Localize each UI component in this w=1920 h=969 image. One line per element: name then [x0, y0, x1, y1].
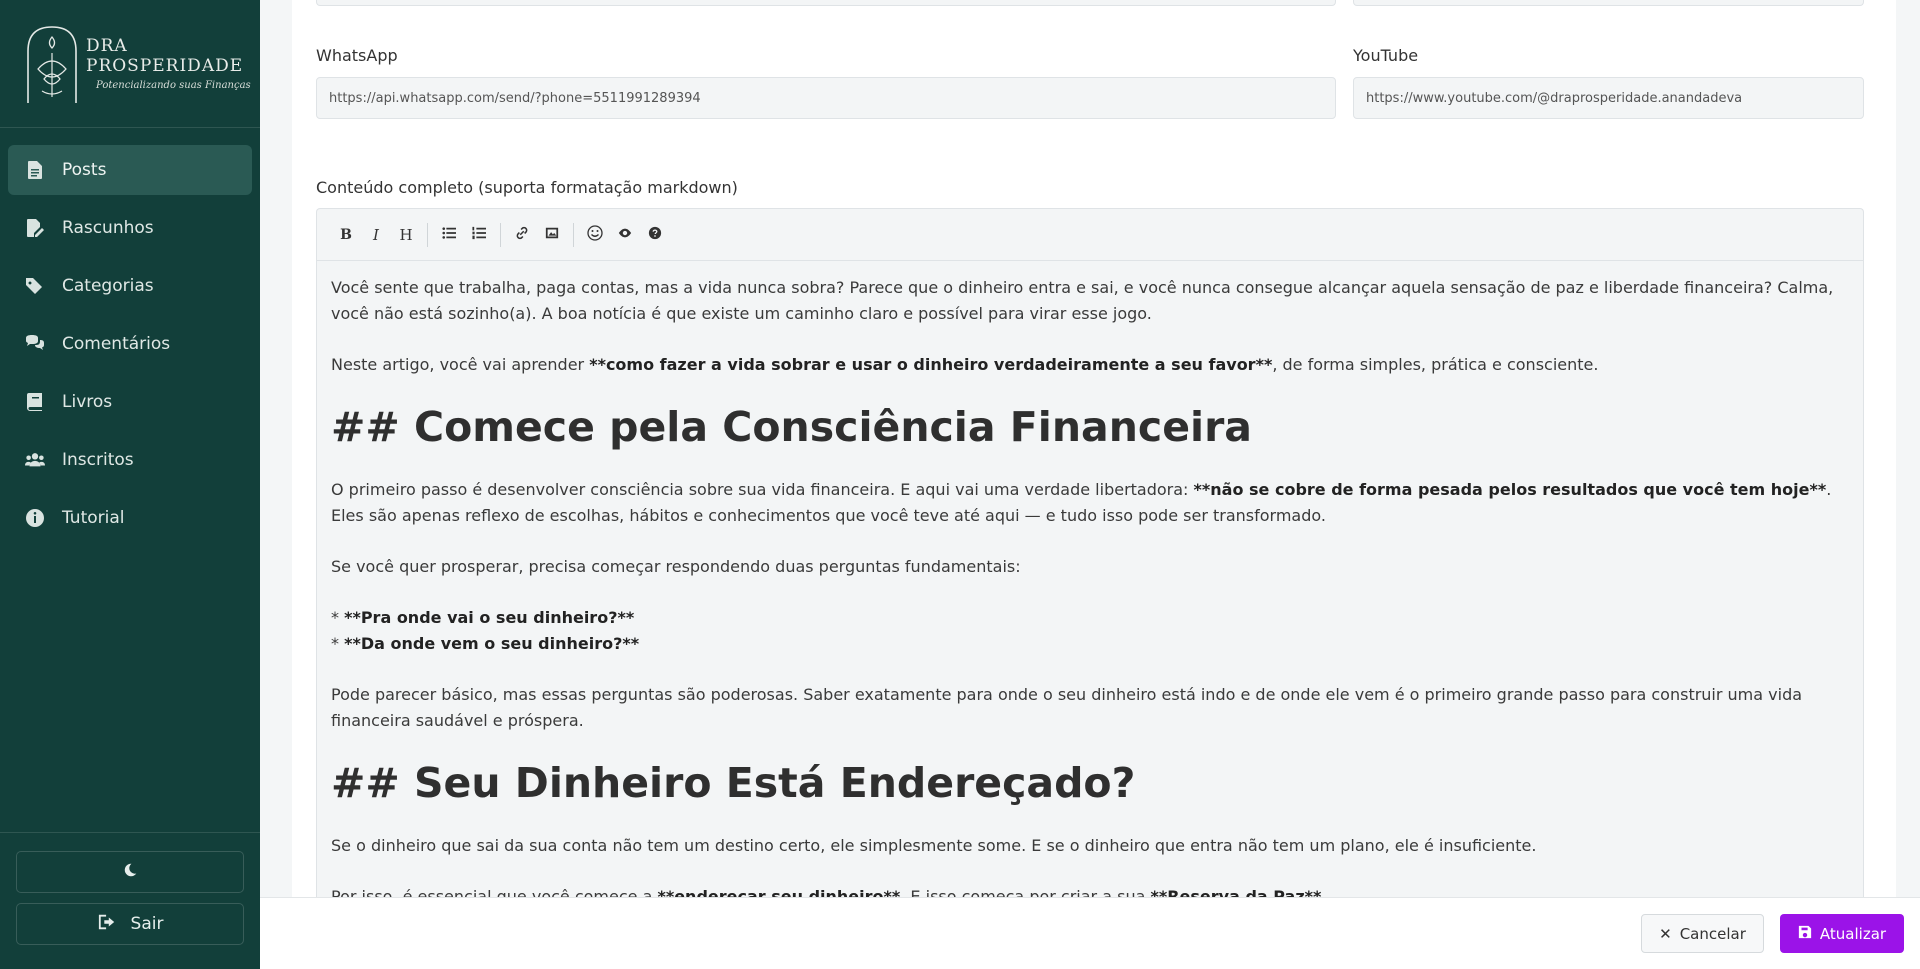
tags-icon — [24, 275, 46, 297]
content-heading: ## Seu Dinheiro Está Endereçado? — [331, 759, 1136, 807]
sidebar-nav: Posts Rascunhos Categorias Comentários L… — [0, 128, 260, 543]
content-paragraph: Pode parecer básico, mas essas perguntas… — [331, 685, 1803, 730]
bold-text: **como fazer a vida sobrar e usar o dinh… — [589, 355, 1273, 374]
heading-icon: H — [399, 225, 413, 244]
save-icon — [1798, 925, 1812, 943]
sidebar-item-inscritos[interactable]: Inscritos — [8, 435, 252, 485]
users-icon — [24, 449, 46, 471]
emoji-button[interactable] — [580, 220, 610, 250]
eye-icon — [618, 226, 632, 244]
close-icon: ✕ — [1659, 924, 1672, 943]
sidebar-item-label: Inscritos — [62, 450, 134, 470]
list-ul-icon — [442, 226, 456, 244]
logout-label: Sair — [130, 914, 164, 934]
logo-emblem-icon — [24, 23, 80, 105]
brand-logo[interactable]: DRA PROSPERIDADE Potencializando suas Fi… — [0, 0, 260, 128]
bold-button[interactable]: B — [331, 220, 361, 250]
question-circle-icon — [648, 226, 662, 244]
help-button[interactable] — [640, 220, 670, 250]
image-icon — [545, 226, 559, 244]
previous-field-input-2[interactable] — [1353, 0, 1864, 6]
bold-icon: B — [340, 226, 352, 243]
sidebar-item-label: Livros — [62, 392, 113, 412]
italic-button[interactable]: I — [361, 220, 391, 250]
whatsapp-label: WhatsApp — [316, 46, 398, 65]
brand-text: DRA PROSPERIDADE Potencializando suas Fi… — [86, 36, 260, 91]
sidebar-item-label: Categorias — [62, 276, 154, 296]
link-button[interactable] — [507, 220, 537, 250]
heading-button[interactable]: H — [391, 220, 421, 250]
bold-text: **não se cobre de forma pesada pelos res… — [1193, 480, 1827, 499]
text-span: O primeiro passo é desenvolver consciênc… — [331, 480, 1194, 499]
content-paragraph: O primeiro passo é desenvolver consciênc… — [331, 477, 1849, 529]
text-span: , de forma simples, prática e consciente… — [1272, 355, 1599, 374]
toolbar-divider — [573, 222, 574, 247]
content-list: * **Pra onde vai o seu dinheiro?** * **D… — [331, 605, 1849, 657]
sidebar-item-label: Tutorial — [62, 508, 125, 528]
content-heading: ## Comece pela Consciência Financeira — [331, 403, 1252, 451]
text-span: Neste artigo, você vai aprender — [331, 355, 590, 374]
book-icon — [24, 391, 46, 413]
brand-subtitle: Potencializando suas Finanças — [96, 80, 251, 91]
update-label: Atualizar — [1819, 924, 1887, 943]
sidebar-item-categorias[interactable]: Categorias — [8, 261, 252, 311]
info-icon — [24, 507, 46, 529]
youtube-value: https://www.youtube.com/@draprosperidade… — [1366, 90, 1743, 106]
toolbar-divider — [427, 222, 428, 247]
content-paragraph: Se você quer prosperar, precisa começar … — [331, 557, 1021, 576]
list-bullet: * — [331, 608, 345, 627]
logout-button[interactable]: Sair — [16, 903, 244, 945]
markdown-editor[interactable]: Você sente que trabalha, paga contas, ma… — [316, 260, 1864, 900]
content-label: Conteúdo completo (suporta formatação ma… — [316, 178, 738, 197]
sidebar-item-posts[interactable]: Posts — [8, 145, 252, 195]
sidebar-item-comentarios[interactable]: Comentários — [8, 319, 252, 369]
preview-button[interactable] — [610, 220, 640, 250]
sidebar-item-label: Comentários — [62, 334, 171, 354]
list-bullet: * — [331, 634, 345, 653]
content-paragraph: Se o dinheiro que sai da sua conta não t… — [331, 836, 1537, 855]
previous-field-input[interactable] — [316, 0, 1336, 6]
sidebar: DRA PROSPERIDADE Potencializando suas Fi… — [0, 0, 260, 969]
comments-icon — [24, 333, 46, 355]
editor-toolbar: B I H — [316, 208, 1864, 260]
bold-text: **Pra onde vai o seu dinheiro?** — [344, 608, 635, 627]
link-icon — [515, 226, 529, 244]
ordered-list-button[interactable] — [464, 220, 494, 250]
content-paragraph: Você sente que trabalha, paga contas, ma… — [331, 278, 1834, 323]
whatsapp-input[interactable]: https://api.whatsapp.com/send/?phone=551… — [316, 77, 1336, 119]
youtube-label: YouTube — [1353, 46, 1419, 65]
update-button[interactable]: Atualizar — [1780, 914, 1904, 953]
toolbar-divider — [500, 222, 501, 247]
sidebar-item-label: Rascunhos — [62, 218, 154, 238]
italic-icon: I — [373, 225, 379, 244]
cancel-button[interactable]: ✕ Cancelar — [1641, 914, 1764, 953]
file-icon — [24, 159, 46, 181]
sidebar-item-livros[interactable]: Livros — [8, 377, 252, 427]
bold-text: **Da onde vem o seu dinheiro?** — [344, 634, 640, 653]
brand-title: DRA PROSPERIDADE — [86, 36, 244, 76]
edit-icon — [24, 217, 46, 239]
sidebar-item-rascunhos[interactable]: Rascunhos — [8, 203, 252, 253]
youtube-input[interactable]: https://www.youtube.com/@draprosperidade… — [1353, 77, 1864, 119]
list-item: * **Pra onde vai o seu dinheiro?** — [331, 605, 1849, 631]
moon-icon — [123, 862, 137, 882]
list-ol-icon — [472, 226, 486, 244]
smile-icon — [587, 224, 603, 245]
whatsapp-value: https://api.whatsapp.com/send/?phone=551… — [329, 90, 701, 106]
sidebar-item-label: Posts — [62, 160, 107, 180]
sidebar-item-tutorial[interactable]: Tutorial — [8, 493, 252, 543]
unordered-list-button[interactable] — [434, 220, 464, 250]
theme-toggle-button[interactable] — [16, 851, 244, 893]
image-button[interactable] — [537, 220, 567, 250]
cancel-label: Cancelar — [1679, 924, 1746, 943]
content-paragraph: Neste artigo, você vai aprender **como f… — [331, 352, 1849, 378]
list-item: * **Da onde vem o seu dinheiro?** — [331, 631, 1849, 657]
sidebar-footer: Sair — [0, 832, 260, 969]
sign-out-icon — [97, 913, 117, 936]
